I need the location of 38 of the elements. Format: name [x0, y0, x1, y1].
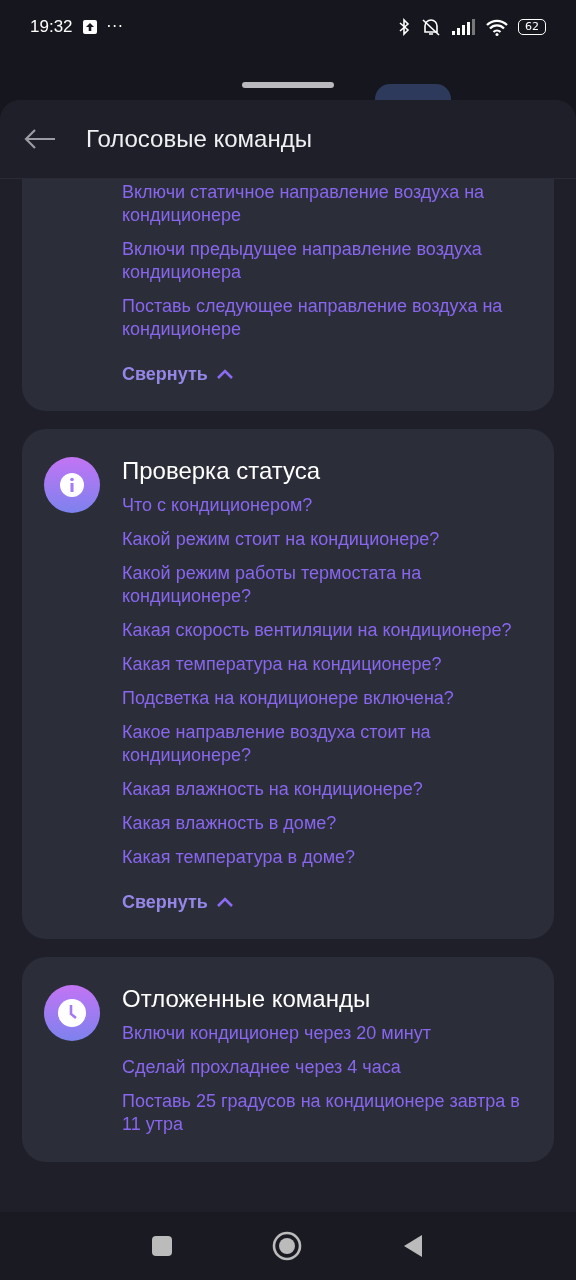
command-link[interactable]: Какая скорость вентиляции на кондиционере?: [122, 619, 532, 642]
battery-indicator: 62: [518, 19, 546, 35]
collapse-button[interactable]: Свернуть: [122, 892, 234, 913]
more-notifications: ···: [106, 18, 124, 36]
status-time: 19:32: [30, 17, 73, 37]
command-link[interactable]: Включи кондиционер через 20 минут: [122, 1022, 532, 1045]
command-link[interactable]: Подсветка на кондиционере включена?: [122, 687, 532, 710]
info-icon: [44, 457, 100, 513]
command-link[interactable]: Поставь 25 градусов на кондиционере завтра в 11 утра: [122, 1090, 532, 1136]
upload-icon: [82, 20, 97, 34]
command-link[interactable]: Какое направление воздуха стоит на кондиционере?: [122, 721, 532, 767]
clock-icon: [44, 985, 100, 1041]
home-button[interactable]: [272, 1231, 302, 1261]
muted-bell-icon: [420, 17, 442, 37]
sheet-handle[interactable]: [242, 82, 334, 88]
screen-title: Голосовые команды: [86, 125, 312, 153]
command-link[interactable]: Какая температура на кондиционере?: [122, 653, 532, 676]
command-link[interactable]: Включи статичное направление воздуха на кондиционере: [122, 181, 532, 227]
command-link[interactable]: Сделай прохладнее через 4 часа: [122, 1056, 532, 1079]
chevron-up-icon: [215, 369, 234, 380]
command-link[interactable]: Какой режим стоит на кондиционере?: [122, 528, 532, 551]
section-title: Отложенные команды: [122, 985, 372, 1013]
command-link[interactable]: Какая влажность в доме?: [122, 812, 532, 835]
command-link[interactable]: Какая температура в доме?: [122, 846, 532, 869]
recents-button[interactable]: [152, 1236, 172, 1256]
section-title: Проверка статуса: [122, 457, 322, 485]
signal-icon: [452, 19, 476, 35]
chevron-up-icon: [215, 897, 234, 908]
command-link[interactable]: Какой режим работы термостата на кондиционере?: [122, 562, 532, 608]
back-arrow-icon[interactable]: [24, 129, 56, 149]
command-link[interactable]: Поставь следующее направление воздуха на кондиционере: [122, 295, 532, 341]
collapse-button[interactable]: Свернуть: [122, 364, 234, 385]
wifi-icon: [486, 18, 508, 36]
command-link[interactable]: Что с кондиционером?: [122, 494, 532, 517]
command-link[interactable]: Включи предыдущее направление воздуха кондиционера: [122, 238, 532, 284]
bluetooth-icon: [398, 18, 410, 36]
command-link[interactable]: Какая влажность на кондиционере?: [122, 778, 532, 801]
back-button[interactable]: [402, 1234, 424, 1258]
